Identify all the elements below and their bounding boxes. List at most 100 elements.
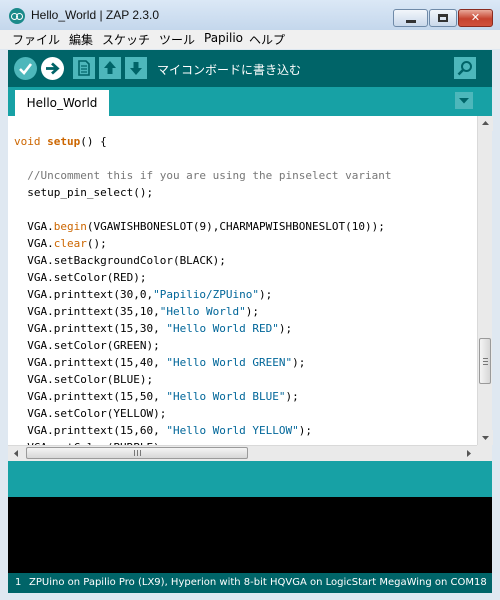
code-line: VGA.printtext(35,10,"Hello World");: [14, 303, 259, 320]
code-line: VGA.setColor(YELLOW);: [14, 405, 166, 422]
triangle-left-icon: [14, 450, 18, 457]
vertical-scroll-thumb[interactable]: [479, 338, 491, 384]
code-token: clear: [53, 237, 87, 250]
code-token: "Hello World GREEN": [166, 356, 293, 369]
minimize-icon: [406, 20, 416, 23]
tab-bar: Hello_World: [8, 87, 492, 116]
triangle-down-icon: [459, 98, 469, 104]
scroll-right-button[interactable]: [461, 446, 477, 461]
close-icon: ✕: [470, 11, 481, 24]
triangle-right-icon: [467, 450, 471, 457]
code-token: VGA.printtext(15,50,: [14, 390, 167, 403]
code-token: VGA.setColor(BLUE);: [14, 373, 154, 386]
code-token: );: [285, 390, 299, 403]
code-line: VGA.begin(VGAWISHBONESLOT(9),CHARMAPWISH…: [14, 218, 385, 235]
code-token: );: [298, 424, 313, 437]
code-line: VGA.setBackgroundColor(BLACK);: [14, 252, 226, 269]
code-token: setup_pin_select();: [14, 186, 154, 199]
code-token: VGA.setColor(YELLOW);: [14, 407, 167, 420]
code-line: VGA.printtext(15,50, "Hello World BLUE")…: [14, 388, 299, 405]
code-line: VGA.printtext(15,60, "Hello World YELLOW…: [14, 422, 312, 439]
code-token: VGA.: [14, 237, 54, 250]
horizontal-scrollbar[interactable]: [8, 445, 477, 461]
magnifier-icon: [457, 61, 472, 76]
menu-file[interactable]: ファイル: [12, 31, 60, 48]
grip-line: [140, 450, 141, 456]
check-icon: [19, 63, 33, 75]
triangle-up-icon: [482, 121, 489, 125]
menu-tools[interactable]: ツール: [159, 31, 195, 48]
code-token: "Hello World": [159, 305, 246, 318]
grip-line: [483, 358, 488, 359]
code-line: VGA.setColor(RED);: [14, 269, 146, 286]
code-token: VGA.setColor(RED);: [14, 271, 147, 284]
code-token: );: [259, 288, 273, 301]
arrow-up-icon: [104, 61, 116, 74]
code-token: void: [14, 135, 41, 148]
message-area: [8, 461, 492, 497]
code-token: "Hello World BLUE": [166, 390, 286, 403]
tab-hello-world[interactable]: Hello_World: [15, 90, 109, 116]
scroll-left-button[interactable]: [8, 446, 24, 461]
code-token: "Hello World YELLOW": [166, 424, 299, 437]
grip-line: [483, 364, 488, 365]
vertical-scrollbar[interactable]: [477, 116, 493, 445]
code-token: //Uncomment this if you are using the pi…: [14, 169, 392, 182]
code-token: );: [278, 322, 293, 335]
status-bar: 1 ZPUino on Papilio Pro (LX9), Hyperion …: [8, 573, 492, 593]
line-number: 1: [15, 577, 22, 588]
board-info: ZPUino on Papilio Pro (LX9), Hyperion wi…: [29, 577, 487, 588]
serial-monitor-button[interactable]: [454, 57, 476, 79]
maximize-icon: [438, 14, 448, 22]
code-token: VGA.setColor(GREEN);: [14, 339, 160, 352]
minimize-button[interactable]: [393, 9, 428, 27]
menu-bar: ファイル 編集 スケッチ ツール Papilio ヘルプ: [0, 30, 500, 49]
code-token: VGA.printtext(15,40,: [14, 356, 167, 369]
code-token: VGA.printtext(30,0,: [14, 288, 154, 301]
code-token: VGA.printtext(15,60,: [14, 424, 167, 437]
scroll-down-button[interactable]: [478, 430, 493, 445]
code-line: setup_pin_select();: [14, 184, 153, 201]
menu-help[interactable]: ヘルプ: [249, 31, 285, 48]
code-token: begin: [53, 220, 87, 233]
upload-button[interactable]: [41, 57, 64, 80]
new-sketch-button[interactable]: [73, 57, 95, 79]
code-line: VGA.printtext(30,0,"Papilio/ZPUino");: [14, 286, 272, 303]
window-title: Hello_World | ZAP 2.3.0: [31, 8, 160, 22]
menu-edit[interactable]: 編集: [69, 31, 93, 48]
tab-menu-button[interactable]: [455, 92, 473, 109]
code-token: (VGAWISHBONESLOT(9),CHARMAPWISHBONESLOT(…: [86, 220, 385, 233]
arrow-down-icon: [130, 62, 142, 75]
grip-line: [483, 361, 488, 362]
document-icon: [78, 60, 90, 76]
code-editor[interactable]: void setup() { //Uncomment this if you a…: [8, 116, 477, 445]
code-line: VGA.clear();: [14, 235, 107, 252]
grip-line: [134, 450, 135, 456]
code-token: VGA.: [14, 220, 54, 233]
code-token: VGA.setBackgroundColor(BLACK);: [14, 254, 226, 267]
code-line: VGA.setColor(BLUE);: [14, 371, 153, 388]
close-button[interactable]: ✕: [458, 9, 493, 27]
grip-line: [137, 450, 138, 456]
scroll-up-button[interactable]: [478, 116, 493, 131]
open-sketch-button[interactable]: [99, 57, 121, 79]
menu-sketch[interactable]: スケッチ: [102, 31, 150, 48]
code-line: VGA.setColor(GREEN);: [14, 337, 160, 354]
menu-papilio[interactable]: Papilio: [204, 31, 243, 45]
app-logo-icon: [9, 8, 25, 24]
toolbar: マイコンボードに書き込む: [8, 50, 492, 87]
toolbar-hover-label: マイコンボードに書き込む: [157, 63, 302, 77]
code-token: VGA.printtext(35,10,: [14, 305, 160, 318]
verify-button[interactable]: [14, 57, 37, 80]
console-output[interactable]: [8, 497, 492, 573]
title-bar[interactable]: Hello_World | ZAP 2.3.0 ✕: [0, 0, 500, 30]
code-token: );: [245, 305, 260, 318]
code-token: () {: [80, 135, 107, 148]
code-token: ();: [86, 237, 107, 250]
maximize-button[interactable]: [429, 9, 457, 27]
save-sketch-button[interactable]: [125, 57, 147, 79]
code-token: VGA.printtext(15,30,: [14, 322, 167, 335]
code-line: void setup() {: [14, 133, 107, 150]
code-line: VGA.printtext(15,30, "Hello World RED");: [14, 320, 292, 337]
horizontal-scroll-thumb[interactable]: [26, 447, 248, 459]
